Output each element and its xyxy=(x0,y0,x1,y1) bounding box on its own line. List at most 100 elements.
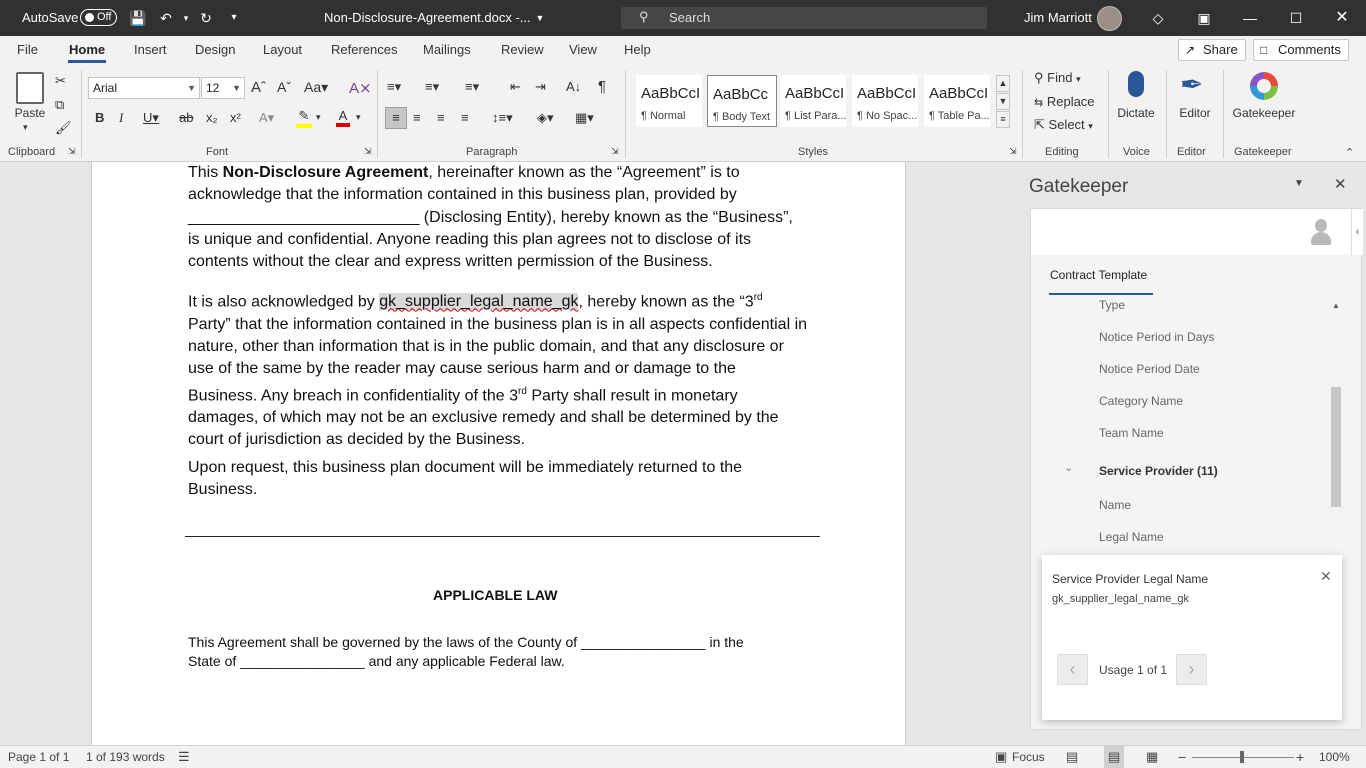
highlight-dropdown-icon[interactable]: ▾ xyxy=(316,112,321,123)
paste-label[interactable]: Paste xyxy=(14,106,46,120)
sort-icon[interactable]: A↓ xyxy=(566,79,581,94)
bullets-icon[interactable]: ≡▾ xyxy=(387,79,401,95)
style-no-spacing[interactable]: AaBbCcI ¶ No Spac... xyxy=(852,75,918,127)
font-size-combo[interactable]: 12 ▼ xyxy=(201,77,245,99)
scrollbar-thumb[interactable] xyxy=(1331,387,1341,507)
subscript-icon[interactable]: x₂ xyxy=(206,110,218,125)
previous-usage-button[interactable]: ‹ xyxy=(1057,654,1088,685)
italic-icon[interactable]: I xyxy=(119,110,123,126)
user-silhouette-icon[interactable] xyxy=(1310,217,1332,247)
law-line-2[interactable]: State of ________________ and any applic… xyxy=(188,652,808,671)
cut-icon[interactable]: ✂ xyxy=(55,73,66,89)
tab-review[interactable]: Review xyxy=(501,36,544,64)
user-name[interactable]: Jim Marriott xyxy=(1024,0,1092,36)
microphone-icon[interactable] xyxy=(1128,71,1144,97)
clear-formatting-icon[interactable]: A⨯ xyxy=(349,79,372,97)
font-color-icon[interactable]: A xyxy=(336,108,350,127)
paragraph-launcher-icon[interactable]: ⇲ xyxy=(611,146,619,157)
field-type[interactable]: Type xyxy=(1099,298,1125,312)
print-layout-icon[interactable]: ▤ xyxy=(1104,746,1125,768)
editor-pen-icon[interactable]: ✒ xyxy=(1180,68,1203,101)
next-usage-button[interactable]: › xyxy=(1176,654,1207,685)
field-notice-period-date[interactable]: Notice Period Date xyxy=(1099,362,1200,376)
font-launcher-icon[interactable]: ⇲ xyxy=(364,146,372,157)
replace-button[interactable]: ⇆ Replace xyxy=(1034,94,1095,109)
increase-indent-icon[interactable]: ⇥ xyxy=(535,79,546,95)
grow-font-icon[interactable]: Aˆ xyxy=(251,79,266,96)
redo-icon[interactable]: ↻ xyxy=(196,8,216,28)
align-center-icon[interactable]: ≡ xyxy=(413,110,421,125)
find-button[interactable]: ⚲ Find ▾ xyxy=(1034,70,1081,86)
autosave-toggle[interactable]: Off xyxy=(80,9,117,26)
change-case-icon[interactable]: Aa▾ xyxy=(304,79,328,96)
zoom-in-icon[interactable]: + xyxy=(1296,746,1304,768)
tab-mailings[interactable]: Mailings xyxy=(423,36,471,64)
multilevel-list-icon[interactable]: ≡▾ xyxy=(465,79,479,95)
ribbon-display-icon[interactable]: ▣ xyxy=(1194,8,1214,28)
collapse-panel-chevron-icon[interactable]: ‹ xyxy=(1351,209,1363,255)
minimize-icon[interactable]: — xyxy=(1240,8,1260,28)
paragraph-3[interactable]: Upon request, this business plan documen… xyxy=(188,457,808,502)
align-left-icon[interactable]: ≡ xyxy=(385,107,407,129)
section-service-provider[interactable]: Service Provider (11) xyxy=(1099,464,1218,478)
field-notice-period-days[interactable]: Notice Period in Days xyxy=(1099,330,1214,344)
paragraph-1[interactable]: This Non-Disclosure Agreement, hereinaft… xyxy=(188,162,808,273)
section-expand-chevron-icon[interactable]: ⌄ xyxy=(1064,461,1073,474)
align-right-icon[interactable]: ≡ xyxy=(437,110,445,125)
styles-scroll-down-icon[interactable]: ▼ xyxy=(996,93,1010,110)
maximize-icon[interactable]: ☐ xyxy=(1286,8,1306,28)
comments-button[interactable]: □ Comments xyxy=(1253,39,1349,61)
pane-options-icon[interactable]: ▼ xyxy=(1294,178,1304,189)
gatekeeper-logo-icon[interactable] xyxy=(1248,70,1280,102)
diamond-icon[interactable]: ◇ xyxy=(1148,8,1168,28)
title-dropdown-icon[interactable]: ▼ xyxy=(530,8,550,28)
gatekeeper-label[interactable]: Gatekeeper xyxy=(1232,106,1296,120)
superscript-icon[interactable]: x² xyxy=(230,110,241,125)
share-button[interactable]: ↗ Share xyxy=(1178,39,1246,61)
document-title[interactable]: Non-Disclosure-Agreement.docx -... xyxy=(324,0,531,36)
field-name[interactable]: Name xyxy=(1099,498,1131,512)
tab-references[interactable]: References xyxy=(331,36,397,64)
undo-dropdown-icon[interactable]: ▾ xyxy=(176,8,196,28)
format-painter-icon[interactable]: 🖌 xyxy=(55,120,72,136)
font-name-combo[interactable]: Arial ▼ xyxy=(88,77,200,99)
field-category-name[interactable]: Category Name xyxy=(1099,394,1183,408)
customize-toolbar-icon[interactable]: ▾ xyxy=(224,8,244,28)
tab-file[interactable]: File xyxy=(17,36,38,64)
select-button[interactable]: ⇱ Select ▾ xyxy=(1034,117,1093,133)
styles-launcher-icon[interactable]: ⇲ xyxy=(1009,146,1017,157)
focus-label[interactable]: Focus xyxy=(1012,746,1045,768)
highlight-icon[interactable]: ✎ xyxy=(296,108,312,128)
field-team-name[interactable]: Team Name xyxy=(1099,426,1164,440)
tab-layout[interactable]: Layout xyxy=(263,36,302,64)
styles-more-icon[interactable]: ≡ xyxy=(996,111,1010,128)
borders-icon[interactable]: ▦▾ xyxy=(575,110,594,126)
justify-icon[interactable]: ≡ xyxy=(461,110,469,125)
dictate-label[interactable]: Dictate xyxy=(1114,106,1158,120)
line-spacing-icon[interactable]: ↕≡▾ xyxy=(492,110,513,126)
read-mode-icon[interactable]: ▤ xyxy=(1066,746,1078,768)
merge-field-highlight[interactable]: gk_supplier_legal_name_gk xyxy=(379,293,579,311)
focus-icon[interactable]: ▣ xyxy=(995,746,1007,768)
strikethrough-icon[interactable]: ab xyxy=(179,110,193,125)
shading-icon[interactable]: ◈▾ xyxy=(537,110,554,126)
user-avatar[interactable] xyxy=(1097,6,1122,31)
pane-close-icon[interactable]: ✕ xyxy=(1334,175,1347,193)
underline-icon[interactable]: U▾ xyxy=(143,110,159,126)
zoom-slider-thumb[interactable] xyxy=(1240,751,1244,763)
search-box[interactable]: ⚲ Search xyxy=(621,7,987,29)
law-line-1[interactable]: This Agreement shall be governed by the … xyxy=(188,633,808,652)
show-formatting-icon[interactable]: ¶ xyxy=(598,78,606,95)
numbering-icon[interactable]: ≡▾ xyxy=(425,79,439,95)
page-count[interactable]: Page 1 of 1 xyxy=(8,746,69,768)
collapse-ribbon-icon[interactable]: ⌃ xyxy=(1345,146,1354,159)
styles-scroll-up-icon[interactable]: ▲ xyxy=(996,75,1010,92)
field-legal-name[interactable]: Legal Name xyxy=(1099,530,1164,544)
undo-icon[interactable]: ↶ xyxy=(156,8,176,28)
copy-icon[interactable]: ⧉ xyxy=(55,97,64,113)
paragraph-2[interactable]: It is also acknowledged by gk_supplier_l… xyxy=(188,287,808,452)
scroll-up-icon[interactable]: ▲ xyxy=(1332,301,1340,310)
clipboard-launcher-icon[interactable]: ⇲ xyxy=(68,146,76,157)
style-normal[interactable]: AaBbCcI ¶ Normal xyxy=(636,75,702,127)
close-icon[interactable]: ✕ xyxy=(1332,8,1352,28)
